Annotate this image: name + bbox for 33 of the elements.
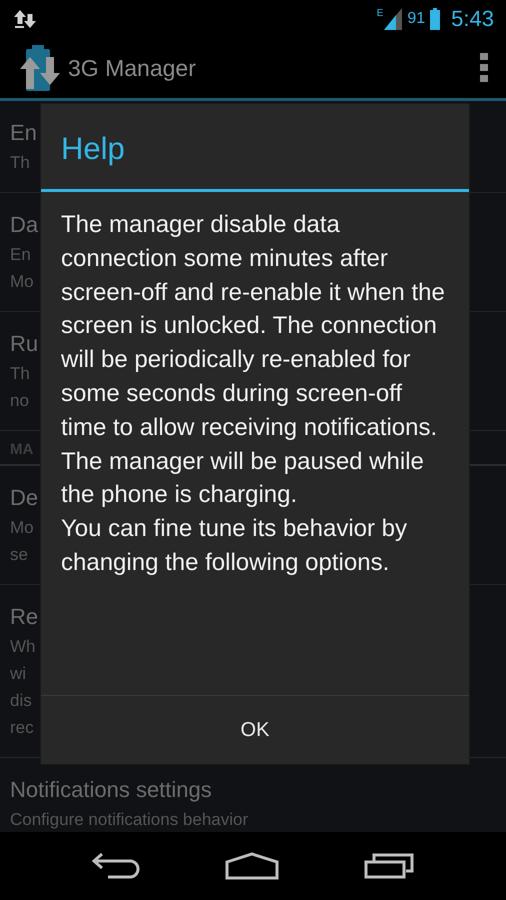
preference-summary: dis: [10, 690, 32, 712]
preference-summary: Mo: [10, 271, 34, 293]
clock: 5:43: [451, 6, 494, 32]
ok-button[interactable]: OK: [41, 696, 469, 764]
network-type: E: [376, 8, 384, 19]
preference-summary: no: [10, 390, 29, 412]
dialog-title: Help: [41, 104, 469, 192]
preference-title: De: [10, 484, 38, 512]
back-icon[interactable]: [92, 852, 140, 880]
preference-summary: se: [10, 544, 28, 566]
overflow-menu-icon[interactable]: [480, 53, 488, 83]
recent-apps-icon[interactable]: [364, 853, 414, 879]
preference-summary: Th: [10, 363, 30, 385]
help-text: The manager disable data connection some minutes after screen-off and re-enable it when the screen is unlocked. The connection will be periodically re-enabled for some seconds during screen-off time to allow receiving notifications. The manager will be paused while the phone is charging.: [61, 210, 446, 510]
preference-summary: Configure notifications behavior: [10, 809, 248, 831]
battery-percent: 91: [407, 10, 426, 28]
home-icon[interactable]: [224, 852, 279, 880]
preference-summary: Mo: [10, 517, 34, 539]
signal-icon: [384, 8, 402, 30]
preference-title: Notifications settings: [10, 776, 212, 804]
preference-title: En: [10, 119, 37, 147]
app-title: 3G Manager: [68, 54, 197, 82]
preference-summary: Th: [10, 152, 30, 174]
preference-summary: En: [10, 244, 31, 266]
preference-title: Re: [10, 603, 38, 631]
preference-summary: rec: [10, 717, 34, 739]
preference-summary: wi: [10, 663, 26, 685]
preference-summary: Wh: [10, 636, 36, 658]
preference-title: Ru: [10, 330, 38, 358]
app-icon[interactable]: [20, 45, 60, 91]
help-text: You can fine tune its behavior by changing the following options.: [61, 514, 408, 578]
preference-title: Da: [10, 211, 38, 239]
battery-icon: [430, 8, 440, 30]
